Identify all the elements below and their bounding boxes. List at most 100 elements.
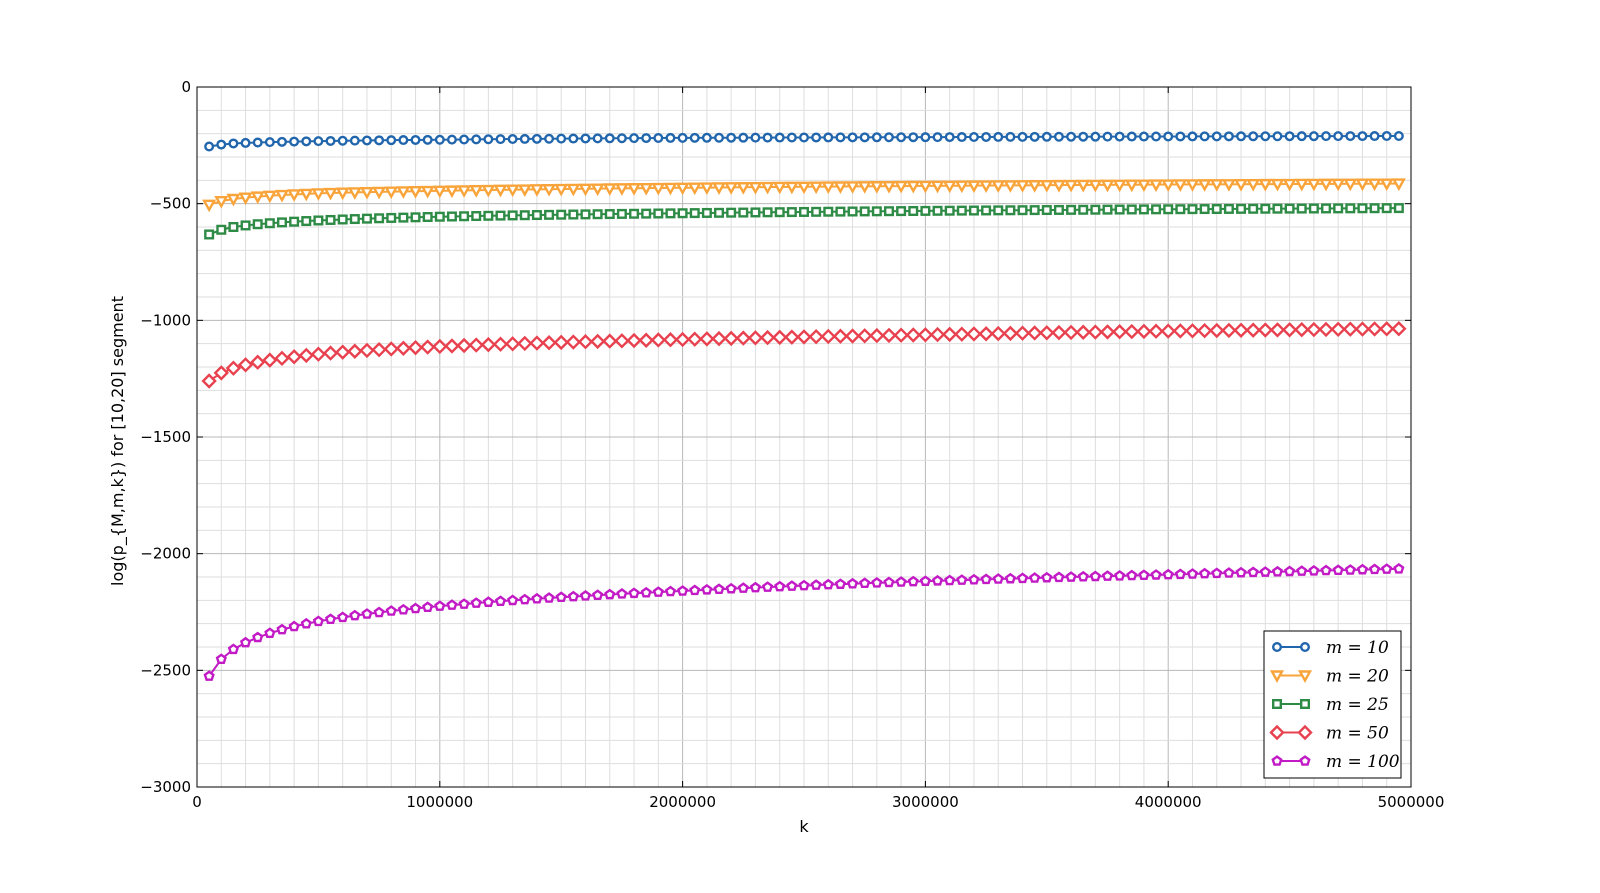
data-point — [932, 205, 943, 216]
data-point — [1369, 131, 1380, 142]
data-point — [361, 135, 372, 146]
data-point — [736, 182, 751, 195]
data-point — [334, 344, 351, 360]
data-point — [653, 208, 664, 219]
data-point — [796, 329, 812, 345]
data-point — [835, 132, 846, 143]
data-point — [543, 592, 555, 603]
data-point — [325, 135, 336, 146]
data-point — [264, 627, 276, 638]
data-point — [1272, 131, 1283, 142]
data-point — [723, 330, 739, 347]
data-point — [299, 188, 314, 202]
data-point — [747, 330, 764, 346]
data-point — [432, 338, 448, 355]
data-point — [1187, 131, 1198, 142]
data-point — [1379, 178, 1394, 192]
data-point — [1281, 322, 1298, 338]
data-point — [1160, 323, 1176, 339]
data-point — [1175, 204, 1186, 215]
data-point — [821, 181, 836, 195]
data-point — [629, 133, 640, 144]
data-point — [761, 581, 774, 592]
data-point — [286, 349, 302, 365]
data-point — [1318, 321, 1334, 338]
data-point — [201, 373, 217, 389]
data-point — [1196, 322, 1213, 339]
data-point — [409, 602, 422, 614]
data-point — [531, 133, 542, 144]
data-point — [1199, 204, 1210, 215]
data-point — [1151, 204, 1162, 215]
data-point — [932, 132, 943, 143]
data-point — [714, 132, 725, 143]
data-point — [944, 132, 955, 143]
data-point — [566, 183, 581, 197]
data-point — [216, 139, 227, 150]
data-point — [252, 219, 263, 230]
data-point — [592, 209, 603, 220]
data-point — [1175, 131, 1186, 142]
data-point — [1015, 180, 1030, 193]
data-point — [1320, 564, 1332, 576]
data-point — [556, 133, 567, 144]
data-point — [1308, 131, 1319, 142]
data-point — [383, 341, 399, 357]
data-point — [1246, 178, 1261, 192]
data-point — [347, 343, 363, 359]
data-point — [809, 181, 824, 195]
data-point — [374, 213, 385, 224]
data-point — [1272, 203, 1283, 214]
data-point — [1053, 204, 1064, 215]
data-point — [542, 184, 557, 197]
data-point — [871, 132, 882, 143]
data-point — [1114, 569, 1126, 581]
data-point — [544, 209, 555, 220]
data-point — [604, 133, 615, 144]
data-point — [492, 336, 509, 352]
data-point — [604, 209, 615, 220]
data-point — [398, 135, 409, 146]
data-point — [541, 335, 557, 351]
data-point — [482, 596, 494, 607]
data-point — [714, 207, 725, 218]
data-point — [1223, 131, 1234, 142]
data-point — [371, 341, 387, 358]
data-point — [1148, 323, 1164, 339]
data-point — [471, 211, 482, 222]
data-point — [1247, 566, 1259, 578]
data-point — [881, 180, 897, 194]
x-tick-label: 4000000 — [1135, 793, 1202, 811]
data-point — [228, 221, 239, 232]
data-point — [638, 332, 654, 348]
data-point — [1221, 322, 1237, 339]
data-point — [1367, 178, 1382, 192]
data-point — [677, 585, 689, 596]
data-point — [908, 205, 919, 216]
data-point — [483, 134, 494, 145]
data-point — [1308, 203, 1319, 214]
data-point — [1063, 324, 1079, 341]
data-point — [979, 180, 994, 194]
data-point — [373, 606, 385, 618]
data-point — [225, 360, 242, 376]
data-point — [1332, 564, 1344, 576]
data-point — [1233, 322, 1249, 338]
data-point — [1029, 572, 1041, 583]
data-point — [980, 573, 992, 585]
data-point — [434, 134, 445, 145]
data-point — [1257, 322, 1274, 338]
data-point — [397, 603, 409, 615]
data-point — [1077, 570, 1089, 582]
data-point — [1345, 131, 1356, 142]
data-point — [374, 135, 385, 146]
data-point — [1126, 204, 1137, 215]
data-point — [384, 186, 399, 200]
data-point — [274, 350, 290, 367]
x-tick-label: 3000000 — [892, 793, 959, 811]
data-point — [300, 617, 312, 629]
data-point — [323, 187, 338, 201]
legend-label: m = 25 — [1326, 695, 1389, 715]
data-point — [1004, 572, 1016, 584]
data-point — [1174, 568, 1186, 580]
